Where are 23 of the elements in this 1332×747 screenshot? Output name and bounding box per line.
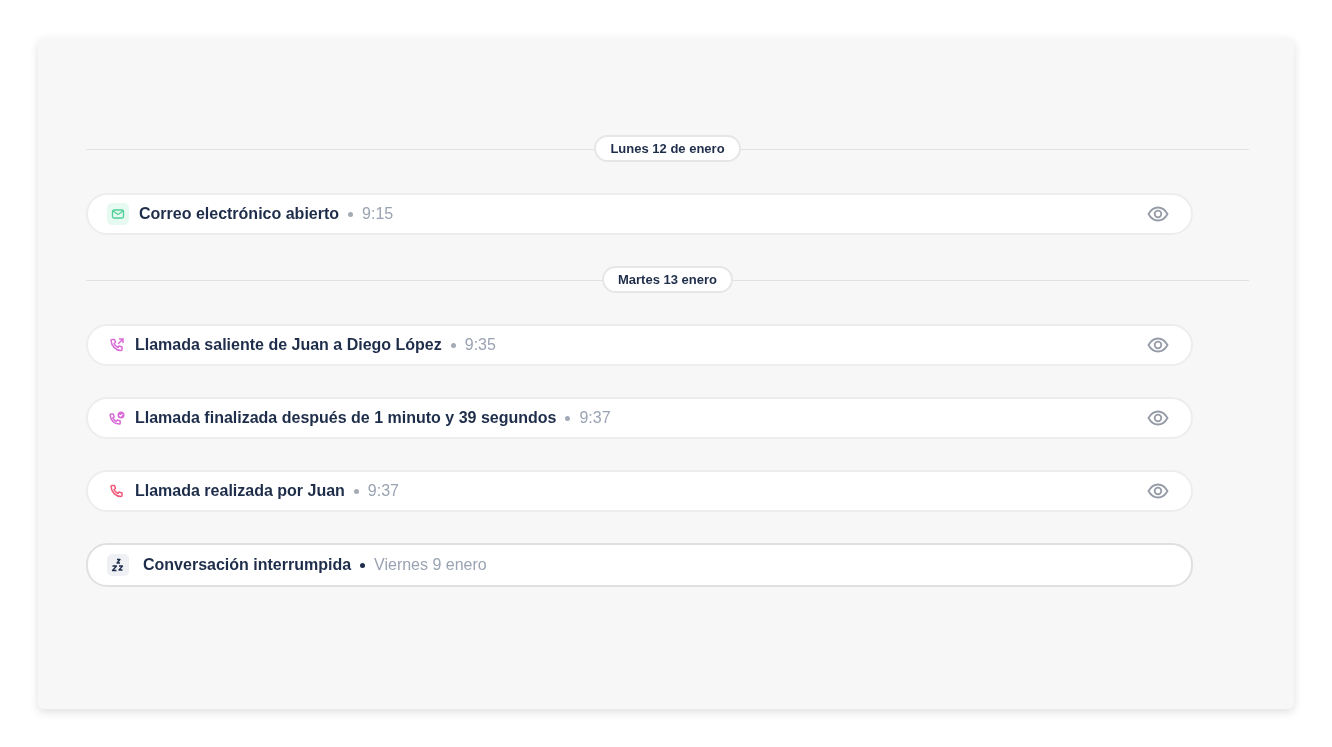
event-title: Conversación interrumpida <box>143 556 352 574</box>
event-time: Viernes 9 enero <box>374 556 487 574</box>
sleep-icon <box>107 554 129 576</box>
event-title: Correo electrónico abierto <box>139 205 340 223</box>
date-label: Martes 13 enero <box>602 266 733 293</box>
separator-dot <box>348 211 354 217</box>
event-title: Llamada finalizada después de 1 minuto y 39 segundos <box>135 409 557 427</box>
date-label: Lunes 12 de enero <box>594 135 741 162</box>
view-icon[interactable] <box>1147 337 1169 353</box>
view-icon[interactable] <box>1147 483 1169 499</box>
event-title: Llamada realizada por Juan <box>135 482 345 500</box>
separator-dot <box>450 342 456 348</box>
separator-dot <box>565 415 571 421</box>
separator-dot <box>353 488 359 494</box>
event-time: 9:37 <box>579 409 611 427</box>
envelope-icon <box>107 203 129 225</box>
event-time: 9:37 <box>367 482 399 500</box>
view-icon[interactable] <box>1147 206 1169 222</box>
view-icon[interactable] <box>1147 410 1169 426</box>
event-time: 9:35 <box>464 336 496 354</box>
event-title: Llamada saliente de Juan a Diego López <box>135 336 442 354</box>
separator-dot <box>360 562 366 568</box>
event-time: 9:15 <box>362 205 394 223</box>
